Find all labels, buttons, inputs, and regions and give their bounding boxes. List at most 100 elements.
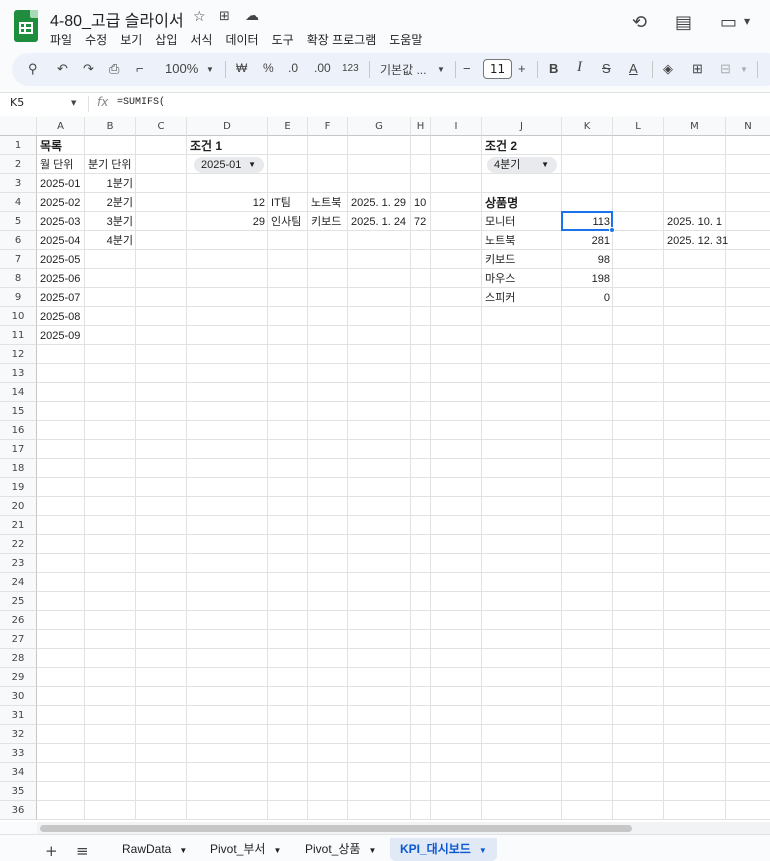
cell-f4[interactable]: 노트북: [311, 196, 345, 210]
row-header[interactable]: 12: [0, 345, 37, 364]
cell-k8[interactable]: 198: [565, 272, 610, 286]
font-family-select[interactable]: 기본값 ...: [380, 61, 426, 78]
row-header[interactable]: 1: [0, 136, 37, 155]
row-header[interactable]: 5: [0, 212, 37, 231]
merge-chevron-down-icon[interactable]: ▼: [740, 65, 748, 74]
cell-m6[interactable]: 2025. 12. 31: [667, 234, 728, 248]
tab-chevron-down-icon[interactable]: ▼: [179, 846, 187, 855]
row-header[interactable]: 13: [0, 364, 37, 383]
menu-insert[interactable]: 삽입: [155, 31, 177, 48]
name-box-chevron-down-icon[interactable]: ▼: [71, 99, 76, 107]
month-dropdown-chip[interactable]: 2025-01 ▼: [194, 157, 264, 173]
row-header[interactable]: 35: [0, 782, 37, 801]
row-header[interactable]: 20: [0, 497, 37, 516]
row-header[interactable]: 16: [0, 421, 37, 440]
quarter-dropdown-chip[interactable]: 4분기 ▼: [487, 157, 557, 173]
cell-j4[interactable]: 상품명: [485, 196, 559, 210]
column-header[interactable]: H: [411, 117, 431, 136]
star-icon[interactable]: ☆: [193, 9, 206, 25]
number-format-button[interactable]: 123: [342, 63, 359, 74]
merge-cells-icon[interactable]: ⊟: [720, 61, 731, 77]
column-header[interactable]: B: [85, 117, 136, 136]
column-header[interactable]: M: [664, 117, 726, 136]
row-header[interactable]: 15: [0, 402, 37, 421]
cell-b3[interactable]: 1분기: [88, 177, 133, 191]
cell-e4[interactable]: IT팀: [271, 196, 305, 210]
print-icon[interactable]: ⎙: [109, 61, 119, 77]
row-header[interactable]: 27: [0, 630, 37, 649]
cell-d1[interactable]: 조건 1: [190, 139, 265, 153]
fill-color-icon[interactable]: ◈: [663, 61, 673, 77]
cell-h5[interactable]: 72: [414, 215, 428, 229]
row-header[interactable]: 4: [0, 193, 37, 212]
cell-a8[interactable]: 2025-06: [40, 272, 82, 286]
row-header[interactable]: 10: [0, 307, 37, 326]
row-header[interactable]: 3: [0, 174, 37, 193]
sheets-logo-icon[interactable]: [14, 10, 38, 42]
row-header[interactable]: 34: [0, 763, 37, 782]
percent-format-button[interactable]: %: [263, 61, 274, 75]
column-header[interactable]: E: [268, 117, 308, 136]
cell-e5[interactable]: 인사팀: [271, 215, 305, 229]
menu-help[interactable]: 도움말: [389, 31, 422, 48]
menu-file[interactable]: 파일: [50, 31, 72, 48]
search-menus-icon[interactable]: ⚲: [28, 61, 38, 77]
cell-j8[interactable]: 마우스: [485, 272, 559, 286]
column-header[interactable]: G: [348, 117, 411, 136]
font-chevron-down-icon[interactable]: ▼: [437, 65, 445, 74]
row-header[interactable]: 7: [0, 250, 37, 269]
menu-tools[interactable]: 도구: [272, 31, 294, 48]
menu-edit[interactable]: 수정: [85, 31, 107, 48]
row-header[interactable]: 17: [0, 440, 37, 459]
row-header[interactable]: 19: [0, 478, 37, 497]
column-header[interactable]: I: [431, 117, 482, 136]
cell-b2[interactable]: 분기 단위: [88, 158, 133, 172]
sheet-tab-kpi-dashboard[interactable]: KPI_대시보드 ▼: [390, 838, 497, 861]
menu-data[interactable]: 데이터: [225, 31, 258, 48]
cell-a4[interactable]: 2025-02: [40, 196, 82, 210]
column-header[interactable]: N: [726, 117, 770, 136]
row-header[interactable]: 26: [0, 611, 37, 630]
cell-a6[interactable]: 2025-04: [40, 234, 82, 248]
row-header[interactable]: 28: [0, 649, 37, 668]
currency-format-button[interactable]: ₩: [236, 61, 247, 75]
font-size-input[interactable]: 11: [483, 59, 512, 79]
column-header[interactable]: J: [482, 117, 562, 136]
row-header[interactable]: 8: [0, 269, 37, 288]
column-header[interactable]: C: [136, 117, 187, 136]
cell-a1[interactable]: 목록: [40, 139, 82, 153]
document-title[interactable]: 4-80_고급 슬라이서: [50, 7, 184, 31]
cell-h4[interactable]: 10: [414, 196, 428, 210]
redo-icon[interactable]: ↷: [83, 61, 94, 77]
row-header[interactable]: 36: [0, 801, 37, 820]
row-header[interactable]: 31: [0, 706, 37, 725]
chevron-down-icon[interactable]: ▼: [541, 157, 549, 173]
zoom-select[interactable]: 100%: [165, 61, 198, 76]
row-header[interactable]: 18: [0, 459, 37, 478]
tab-chevron-down-icon[interactable]: ▼: [273, 846, 281, 855]
cell-j9[interactable]: 스피커: [485, 291, 559, 305]
row-header[interactable]: 14: [0, 383, 37, 402]
sheet-tab-pivot-product[interactable]: Pivot_상품 ▼: [295, 838, 386, 861]
menu-view[interactable]: 보기: [120, 31, 142, 48]
sheet-tab-rawdata[interactable]: RawData ▼: [112, 838, 197, 861]
meet-chevron-down-icon[interactable]: ▼: [744, 17, 750, 26]
cell-k7[interactable]: 98: [565, 253, 610, 267]
cell-m5[interactable]: 2025. 10. 1: [667, 215, 723, 229]
row-header[interactable]: 9: [0, 288, 37, 307]
row-header[interactable]: 24: [0, 573, 37, 592]
row-header[interactable]: 25: [0, 592, 37, 611]
menu-format[interactable]: 서식: [190, 31, 212, 48]
cell-k9[interactable]: 0: [565, 291, 610, 305]
row-header[interactable]: 33: [0, 744, 37, 763]
comments-icon[interactable]: ▤: [675, 12, 692, 33]
move-folder-icon[interactable]: ⊞: [219, 9, 230, 24]
cell-a5[interactable]: 2025-03: [40, 215, 82, 229]
cell-a7[interactable]: 2025-05: [40, 253, 82, 267]
menu-extensions[interactable]: 확장 프로그램: [307, 31, 377, 48]
row-header[interactable]: 30: [0, 687, 37, 706]
formula-input[interactable]: =SUMIFS(: [117, 97, 165, 108]
cell-g4[interactable]: 2025. 1. 29: [351, 196, 408, 210]
cell-a11[interactable]: 2025-09: [40, 329, 82, 343]
text-color-button[interactable]: A: [629, 61, 638, 76]
